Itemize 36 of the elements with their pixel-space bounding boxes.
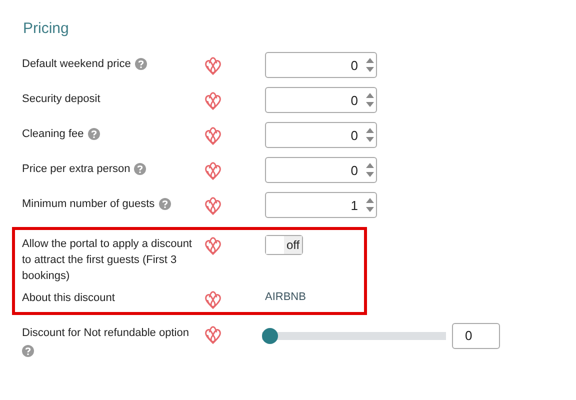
field-label: Cleaning fee bbox=[22, 127, 84, 142]
spinner-icon[interactable] bbox=[366, 91, 374, 109]
field-value: AIRBNB bbox=[265, 290, 306, 303]
airbnb-icon bbox=[204, 126, 222, 146]
number-input[interactable]: 1 bbox=[265, 192, 377, 218]
number-input[interactable]: 0 bbox=[265, 157, 377, 183]
field-label: Minimum number of guests bbox=[22, 197, 155, 212]
help-icon[interactable] bbox=[158, 198, 171, 210]
field-label: Price per extra person bbox=[22, 162, 130, 177]
airbnb-icon bbox=[204, 290, 222, 310]
toggle-switch[interactable]: off bbox=[265, 235, 303, 255]
field-label: Default weekend price bbox=[22, 57, 131, 72]
spinner-icon[interactable] bbox=[366, 126, 374, 144]
airbnb-icon bbox=[204, 325, 222, 345]
airbnb-icon bbox=[204, 56, 222, 76]
field-label: Discount for Not refundable option bbox=[22, 326, 189, 341]
value-input[interactable]: 0 bbox=[452, 323, 500, 349]
field-label: Allow the portal to apply a discount to attract the first guests (First 3 bookings) bbox=[22, 237, 193, 284]
help-icon[interactable] bbox=[22, 345, 34, 357]
field-label: Security deposit bbox=[22, 92, 100, 107]
airbnb-icon bbox=[204, 196, 222, 216]
number-input[interactable]: 0 bbox=[265, 52, 377, 78]
help-icon[interactable] bbox=[134, 58, 147, 70]
help-icon[interactable] bbox=[88, 128, 100, 140]
number-input[interactable]: 0 bbox=[265, 87, 377, 113]
section-title: Pricing bbox=[23, 20, 70, 37]
spinner-icon[interactable] bbox=[366, 161, 374, 179]
help-icon[interactable] bbox=[134, 163, 146, 175]
number-input[interactable]: 0 bbox=[265, 122, 377, 148]
slider-thumb[interactable] bbox=[262, 328, 278, 344]
airbnb-icon bbox=[204, 161, 222, 181]
spinner-icon[interactable] bbox=[366, 196, 374, 214]
spinner-icon[interactable] bbox=[366, 56, 374, 74]
airbnb-icon bbox=[204, 91, 222, 111]
airbnb-icon bbox=[204, 236, 222, 256]
field-label: About this discount bbox=[22, 292, 115, 304]
